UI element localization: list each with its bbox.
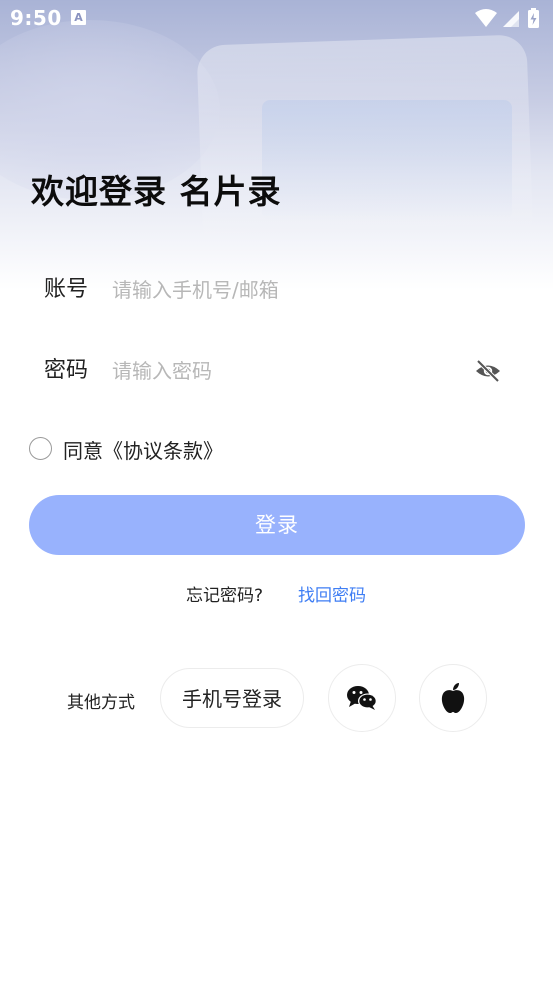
apple-login-button[interactable] (419, 664, 487, 732)
background-phone-screen (262, 100, 512, 220)
agreement-checkbox[interactable] (29, 437, 52, 460)
account-row: 账号 (44, 270, 514, 310)
battery-icon (528, 8, 539, 28)
wifi-icon (475, 9, 497, 27)
account-input[interactable] (112, 270, 452, 310)
apple-icon (441, 683, 465, 713)
password-input[interactable] (112, 351, 452, 391)
status-icons (473, 7, 543, 31)
wechat-login-button[interactable] (328, 664, 396, 732)
other-login-label: 其他方式 (67, 693, 135, 713)
status-bar: 9:50 A (0, 0, 553, 38)
password-row: 密码 (44, 351, 514, 391)
forgot-password-prompt: 忘记密码? (186, 586, 264, 606)
signal-icon (503, 11, 519, 27)
find-password-link[interactable]: 找回密码 (298, 581, 366, 606)
agreement-label[interactable]: 同意《协议条款》 (63, 435, 223, 464)
status-time: 9:50 (10, 6, 62, 30)
account-label: 账号 (44, 277, 89, 302)
login-button[interactable]: 登录 (29, 495, 525, 555)
eye-off-icon[interactable] (475, 359, 501, 383)
phone-login-button[interactable]: 手机号登录 (160, 668, 304, 728)
notification-icon: A (71, 10, 86, 25)
header-background (0, 0, 553, 290)
page-title: 欢迎登录 名片录 (31, 172, 282, 211)
password-label: 密码 (44, 358, 89, 383)
wechat-icon (347, 686, 377, 710)
